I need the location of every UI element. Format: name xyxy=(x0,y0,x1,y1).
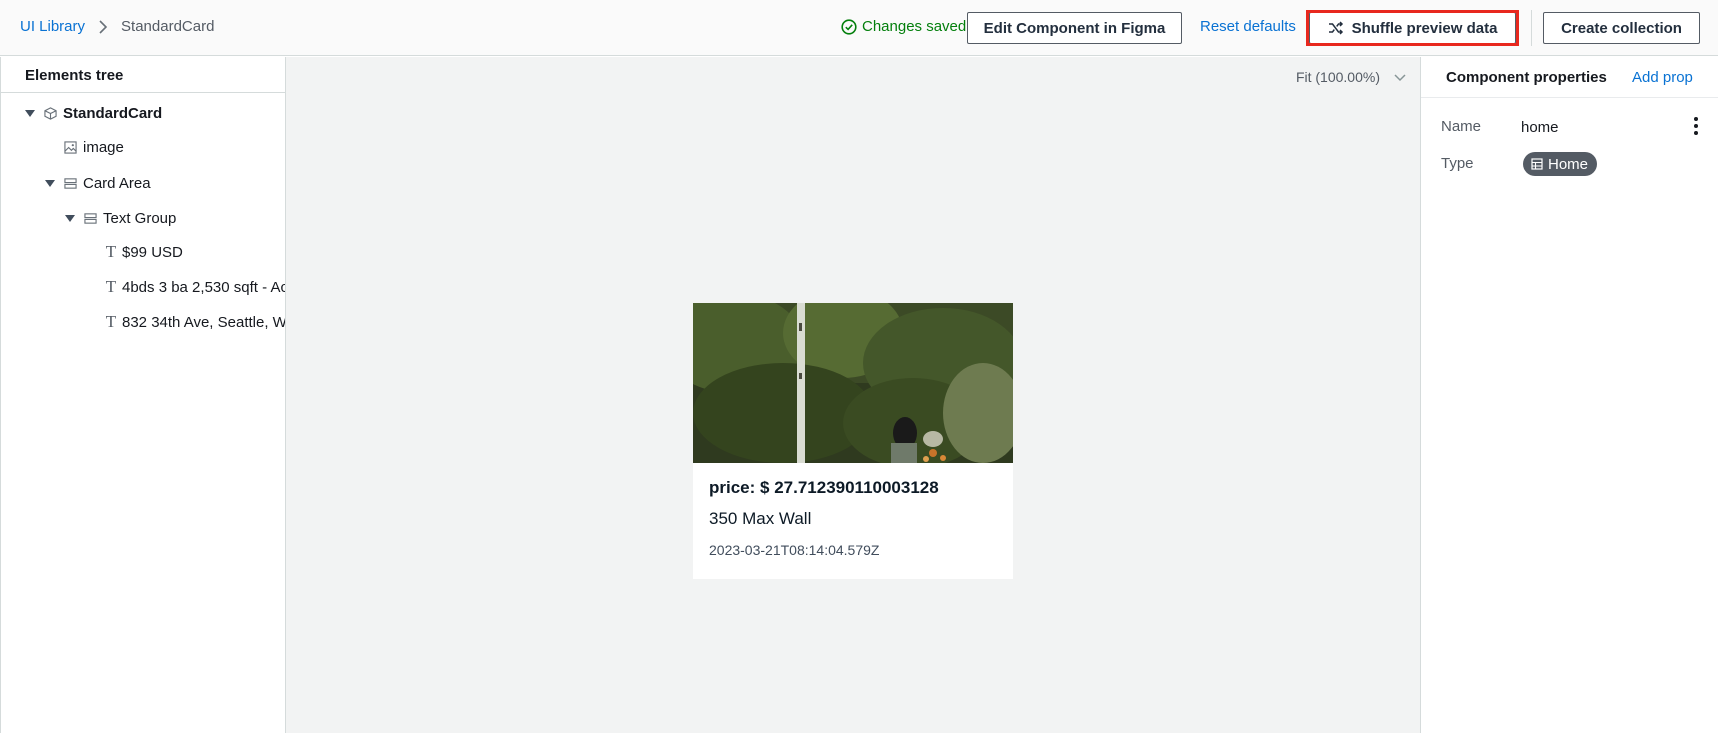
tree-item-label: Text Group xyxy=(103,209,177,227)
chevron-down-icon xyxy=(1394,74,1406,82)
shuffle-button-label: Shuffle preview data xyxy=(1351,19,1498,37)
tree-item-card-area[interactable]: Card Area xyxy=(45,171,151,195)
standard-card-preview[interactable]: price: $ 27.712390110003128 350 Max Wall… xyxy=(693,303,1013,579)
tree-item-text[interactable]: T 832 34th Ave, Seattle, WA xyxy=(104,310,286,334)
component-icon xyxy=(43,106,57,120)
elements-tree-title: Elements tree xyxy=(1,57,285,93)
add-prop-link[interactable]: Add prop xyxy=(1632,69,1693,86)
zoom-value: Fit (100.00%) xyxy=(1295,69,1380,85)
component-properties-panel: Component properties Add prop Name home … xyxy=(1420,57,1718,733)
tree-item-text[interactable]: T $99 USD xyxy=(104,240,183,264)
breadcrumb-ui-library[interactable]: UI Library xyxy=(20,18,85,35)
name-label: Name xyxy=(1441,118,1482,135)
header-divider xyxy=(1531,10,1532,46)
image-icon xyxy=(63,140,77,154)
zoom-select[interactable]: Fit (100.00%) xyxy=(1296,69,1406,85)
card-image xyxy=(693,303,1013,463)
tree-item-text-group[interactable]: Text Group xyxy=(65,206,176,230)
top-bar: UI Library StandardCard Changes saved Ed… xyxy=(0,0,1718,56)
properties-header: Component properties Add prop xyxy=(1421,57,1718,98)
more-options-icon[interactable] xyxy=(1693,117,1699,135)
caret-down-icon[interactable] xyxy=(65,213,75,223)
flex-layout-icon xyxy=(63,176,77,190)
preview-canvas: Fit (100.00%) price: $ 27.71239011000312… xyxy=(286,57,1420,733)
caret-down-icon[interactable] xyxy=(45,178,55,188)
card-address: 350 Max Wall xyxy=(709,509,812,528)
tree-item-label: image xyxy=(83,138,124,156)
type-badge-label: Home xyxy=(1548,155,1589,173)
breadcrumb: UI Library StandardCard xyxy=(20,18,214,35)
tree-item-label: 832 34th Ave, Seattle, WA xyxy=(122,313,286,331)
tree-item-label: $99 USD xyxy=(122,243,183,261)
breadcrumb-current: StandardCard xyxy=(121,18,215,35)
save-status-text: Changes saved xyxy=(862,18,967,35)
flex-layout-icon xyxy=(83,211,97,225)
tree-item-standardcard[interactable]: StandardCard xyxy=(25,101,162,125)
tree-item-label: 4bds 3 ba 2,530 sqft - Active xyxy=(122,278,285,296)
edit-in-figma-button[interactable]: Edit Component in Figma xyxy=(967,12,1182,44)
card-date: 2023-03-21T08:14:04.579Z xyxy=(709,542,880,558)
save-status: Changes saved xyxy=(841,18,966,35)
shuffle-icon xyxy=(1328,21,1343,35)
chevron-right-icon xyxy=(99,19,108,34)
create-collection-button[interactable]: Create collection xyxy=(1543,12,1700,44)
model-icon xyxy=(1531,158,1543,170)
shuffle-preview-data-button[interactable]: Shuffle preview data xyxy=(1309,12,1516,44)
check-circle-icon xyxy=(841,18,857,35)
tree-item-label: Card Area xyxy=(83,174,151,192)
tree-item-label: StandardCard xyxy=(63,104,163,122)
reset-defaults-link[interactable]: Reset defaults xyxy=(1200,18,1296,35)
tree-item-text[interactable]: T 4bds 3 ba 2,530 sqft - Active xyxy=(104,275,285,299)
tree-item-image[interactable]: image xyxy=(63,135,124,159)
type-label: Type xyxy=(1441,155,1474,172)
card-price: price: $ 27.712390110003128 xyxy=(709,478,939,497)
text-icon: T xyxy=(105,242,117,261)
name-value[interactable]: home xyxy=(1521,119,1559,136)
elements-tree-panel: Elements tree StandardCard image Card Ar… xyxy=(0,57,286,733)
caret-down-icon[interactable] xyxy=(25,108,35,118)
type-badge[interactable]: Home xyxy=(1523,152,1598,176)
properties-title: Component properties xyxy=(1446,69,1607,86)
text-icon: T xyxy=(105,277,117,296)
text-icon: T xyxy=(105,312,117,331)
